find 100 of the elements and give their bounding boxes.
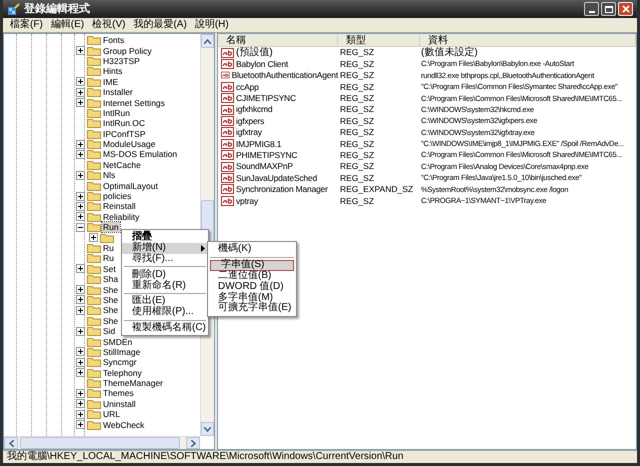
string-value-icon xyxy=(221,184,234,194)
expand-icon[interactable] xyxy=(76,326,85,336)
folder-icon xyxy=(87,368,101,378)
folder-icon xyxy=(87,388,101,398)
close-button[interactable] xyxy=(618,2,633,16)
menu-item[interactable]: 匯出(E) xyxy=(122,296,208,307)
scroll-thumb[interactable] xyxy=(20,437,180,449)
menu-item[interactable]: 我的最愛(A) xyxy=(130,20,190,30)
tree-item[interactable]: Nls xyxy=(102,170,116,180)
scroll-up-icon[interactable] xyxy=(201,34,214,48)
tree-item[interactable]: ModuleUsage xyxy=(102,139,156,150)
folder-icon xyxy=(100,232,114,243)
tree-item[interactable]: Sha xyxy=(102,274,120,284)
tree-item[interactable]: WebCheck xyxy=(102,420,146,430)
expand-icon[interactable] xyxy=(76,347,85,356)
minimize-button[interactable] xyxy=(584,2,599,16)
maximize-button[interactable] xyxy=(601,2,616,16)
expand-icon[interactable] xyxy=(76,192,85,201)
string-value-icon xyxy=(221,104,234,115)
tree-item[interactable]: H323TSP xyxy=(102,56,141,66)
tree-item[interactable]: IPConfTSP xyxy=(102,128,147,139)
menu-item[interactable]: 使用權限(P)... xyxy=(122,306,208,318)
tree-item[interactable]: Sid xyxy=(102,326,116,336)
tree-item[interactable]: IME xyxy=(102,76,120,87)
expand-icon[interactable] xyxy=(76,170,85,180)
column-header[interactable]: 資料 xyxy=(420,34,636,46)
horizontal-scrollbar[interactable] xyxy=(4,436,200,449)
expand-icon[interactable] xyxy=(76,202,85,211)
expand-icon[interactable] xyxy=(76,420,85,430)
menu-item[interactable]: 說明(H) xyxy=(192,20,232,30)
column-header[interactable]: 名稱 xyxy=(218,34,338,46)
expand-icon[interactable] xyxy=(76,150,85,159)
tree-item[interactable]: Ru xyxy=(102,243,115,253)
string-value-icon xyxy=(221,127,234,138)
expand-icon[interactable] xyxy=(76,98,85,108)
scroll-down-icon[interactable] xyxy=(201,422,214,436)
tree-item[interactable]: Syncmgr xyxy=(102,357,138,368)
menu-item[interactable]: 字串值(S) xyxy=(210,260,294,271)
menu-item[interactable]: 摺疊 xyxy=(122,232,208,243)
tree-item[interactable]: Ru xyxy=(102,253,115,264)
tree-item[interactable]: MS-DOS Emulation xyxy=(102,149,178,160)
tree-item[interactable]: Uninstall xyxy=(102,398,137,409)
tree-item[interactable]: She xyxy=(102,284,120,295)
tree-item[interactable]: She xyxy=(102,305,120,316)
expand-icon[interactable] xyxy=(76,358,85,367)
tree-item[interactable]: Telephony xyxy=(102,368,143,378)
expand-icon[interactable] xyxy=(76,295,85,304)
tree-item[interactable]: Themes xyxy=(102,388,135,398)
expand-icon[interactable] xyxy=(76,140,85,149)
menu-item[interactable]: 檔案(F) xyxy=(7,20,46,30)
tree-item[interactable]: Installer xyxy=(102,87,134,98)
menu-item[interactable]: 複製機碼名稱(C) xyxy=(122,322,208,334)
scroll-left-icon[interactable] xyxy=(4,437,18,449)
tree-item[interactable]: IntlRun xyxy=(102,108,131,118)
menu-item[interactable]: 可擴充字串值(E) xyxy=(208,302,296,314)
menu-item[interactable]: 二進位值(B) xyxy=(208,270,296,282)
menu-item[interactable]: 新增(N) xyxy=(122,242,208,254)
tree-item[interactable]: She xyxy=(102,294,120,305)
menu-item[interactable]: 檢視(V) xyxy=(89,20,128,30)
expand-icon[interactable] xyxy=(76,264,85,274)
expand-icon[interactable] xyxy=(76,285,85,294)
tree-item[interactable]: She xyxy=(102,316,120,326)
menu-item[interactable]: 尋找(F)... xyxy=(122,254,208,264)
expand-icon[interactable] xyxy=(76,388,85,398)
tree-item[interactable]: Hints xyxy=(102,66,124,76)
tree-item[interactable]: Run xyxy=(102,222,120,232)
tree-item[interactable]: OptimalLayout xyxy=(102,180,159,191)
menu-item[interactable]: 刪除(D) xyxy=(122,269,208,280)
tree-item[interactable]: Internet Settings xyxy=(102,98,166,108)
tree-item[interactable]: URL xyxy=(102,409,122,420)
expand-icon[interactable] xyxy=(76,368,85,378)
expand-icon[interactable] xyxy=(76,77,85,86)
tree-item[interactable]: Group Policy xyxy=(102,46,153,56)
expand-icon[interactable] xyxy=(76,399,85,408)
tree-item[interactable]: ThemeManager xyxy=(102,378,164,388)
menu-item[interactable]: 多字串值(M) xyxy=(208,292,296,303)
tree-item[interactable]: Fonts xyxy=(102,35,126,46)
expand-icon[interactable] xyxy=(89,233,98,242)
collapse-icon[interactable] xyxy=(76,222,85,232)
tree-item[interactable]: Set xyxy=(102,264,117,274)
tree-item[interactable]: StillImage xyxy=(102,346,142,357)
menu-item[interactable]: 機碼(K) xyxy=(208,244,296,255)
expand-icon[interactable] xyxy=(76,212,85,222)
expand-icon[interactable] xyxy=(76,46,85,56)
expand-icon[interactable] xyxy=(76,88,85,97)
tree-item[interactable]: Reinstall xyxy=(102,201,137,212)
scroll-right-icon[interactable] xyxy=(186,437,200,449)
tree-item[interactable]: NetCache xyxy=(102,160,142,170)
expand-icon[interactable] xyxy=(76,410,85,419)
tree-item[interactable]: IntlRun.OC xyxy=(102,118,146,128)
folder-icon xyxy=(87,76,101,87)
tree-item[interactable]: policies xyxy=(102,191,132,202)
menu-item[interactable]: 重新命名(R) xyxy=(122,280,208,291)
menu-item[interactable]: DWORD 值(D) xyxy=(208,281,296,292)
expand-icon[interactable] xyxy=(76,306,85,315)
column-header[interactable]: 類型 xyxy=(338,34,420,46)
tree-item[interactable]: SMDEn xyxy=(102,336,134,347)
tree-item[interactable]: Reliability xyxy=(102,212,140,222)
table-cell-text: REG_SZ xyxy=(339,48,376,57)
menu-item[interactable]: 編輯(E) xyxy=(48,20,88,30)
